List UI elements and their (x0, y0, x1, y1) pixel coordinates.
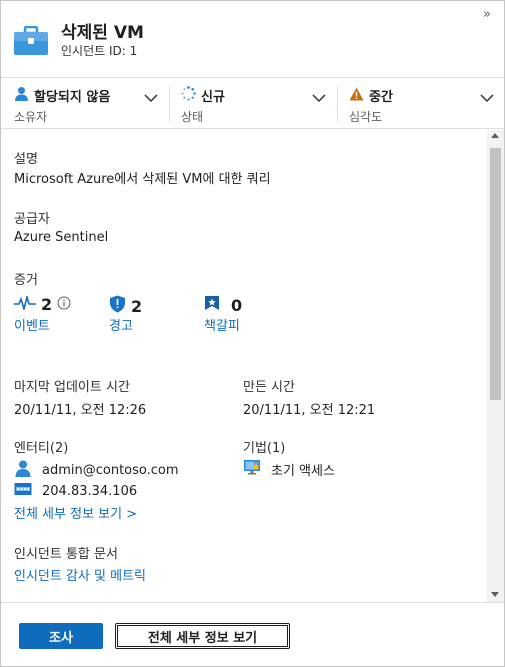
entity-ip[interactable]: 204.83.34.106 (14, 482, 137, 500)
panel-header: 삭제된 VM 인시던트 ID: 1 » (1, 1, 504, 77)
warning-icon (349, 87, 364, 105)
created-label: 만든 시간 (243, 380, 295, 395)
chevron-down-icon (144, 88, 158, 107)
events-count: 2 (41, 295, 53, 314)
last-update-value: 20/11/11, 오전 12:26 (14, 403, 147, 418)
briefcase-icon (13, 25, 49, 60)
owner-dropdown[interactable]: 할당되지 않음 소유자 (14, 78, 161, 128)
scrollbar-thumb[interactable] (490, 148, 501, 400)
shield-icon (109, 295, 126, 317)
scroll-down-icon[interactable] (491, 592, 499, 597)
vertical-scrollbar[interactable] (487, 130, 504, 602)
evidence-bookmarks[interactable]: 0 책갈피 (204, 295, 243, 335)
scroll-up-icon[interactable] (491, 133, 499, 138)
divider (337, 86, 338, 122)
tactics-label: 기법(1) (243, 441, 286, 456)
provider-label: 공급자 (14, 212, 50, 227)
events-link[interactable]: 이벤트 (14, 315, 50, 334)
tactic-item[interactable]: 초기 액세스 (243, 459, 335, 479)
user-icon (14, 459, 32, 481)
status-bar: 할당되지 않음 소유자 신규 상태 중간 심각도 (1, 77, 504, 129)
entity-ip-value: 204.83.34.106 (42, 483, 138, 499)
ip-address-icon (14, 482, 32, 500)
tactic-name: 초기 액세스 (271, 463, 335, 479)
state-dropdown[interactable]: 신규 상태 (181, 78, 329, 128)
investigate-button[interactable]: 조사 (19, 623, 103, 649)
severity-label: 심각도 (349, 110, 383, 124)
bookmarks-link[interactable]: 책갈피 (204, 315, 240, 334)
view-full-details-button[interactable]: 전체 세부 정보 보기 (115, 623, 290, 649)
state-label: 상태 (181, 110, 204, 124)
evidence-events[interactable]: 2 이벤트 (14, 293, 71, 334)
collapse-panel-icon[interactable]: » (483, 7, 491, 22)
owner-value: 할당되지 않음 (34, 90, 111, 105)
incident-id: 인시던트 ID: 1 (61, 44, 138, 58)
alerts-link[interactable]: 경고 (109, 315, 133, 334)
bookmarks-count: 0 (231, 295, 243, 315)
workbook-label: 인시던트 통합 문서 (14, 547, 118, 562)
info-icon[interactable] (57, 295, 71, 314)
description-value: Microsoft Azure에서 삭제된 VM에 대한 쿼리 (14, 172, 271, 187)
bookmark-icon (204, 295, 220, 315)
view-all-entities-link[interactable]: 전체 세부 정보 보기 > (14, 503, 137, 522)
owner-label: 소유자 (14, 110, 48, 124)
evidence-alerts[interactable]: 2 경고 (109, 295, 143, 334)
last-update-label: 마지막 업데이트 시간 (14, 380, 130, 395)
chevron-down-icon (312, 88, 326, 107)
state-value: 신규 (201, 90, 225, 105)
page-title: 삭제된 VM (61, 23, 144, 43)
severity-dropdown[interactable]: 중간 심각도 (349, 78, 497, 128)
entity-user-name: admin@contoso.com (42, 462, 179, 478)
spinner-icon (181, 86, 196, 105)
workbook-link[interactable]: 인시던트 감사 및 메트릭 (14, 565, 146, 584)
chevron-down-icon (480, 88, 494, 107)
incident-panel: 삭제된 VM 인시던트 ID: 1 » 할당되지 않음 소유자 신규 상태 중간… (0, 0, 505, 667)
created-value: 20/11/11, 오전 12:21 (243, 403, 376, 418)
panel-footer: 조사 전체 세부 정보 보기 (1, 602, 504, 666)
pulse-icon (14, 293, 36, 314)
divider (169, 86, 170, 122)
provider-value: Azure Sentinel (14, 230, 109, 245)
monitor-lock-icon (243, 459, 261, 479)
entity-user[interactable]: admin@contoso.com (14, 459, 179, 481)
alerts-count: 2 (131, 296, 143, 316)
evidence-label: 증거 (14, 273, 38, 288)
description-label: 설명 (14, 152, 38, 167)
person-icon (14, 86, 29, 105)
severity-value: 중간 (369, 90, 393, 105)
entities-label: 엔터티(2) (14, 441, 69, 456)
details-content: 설명 Microsoft Azure에서 삭제된 VM에 대한 쿼리 공급자 A… (1, 130, 487, 602)
